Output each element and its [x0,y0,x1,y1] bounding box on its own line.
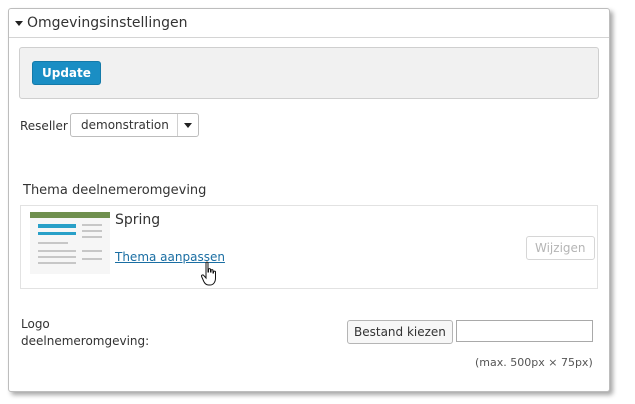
environment-settings-panel: Omgevingsinstellingen Update Reseller de… [8,8,610,392]
chevron-down-icon [184,122,192,128]
file-name-input[interactable] [456,320,593,342]
reseller-select[interactable]: demonstration [70,113,199,137]
choose-file-button[interactable]: Bestand kiezen [347,320,453,344]
theme-thumbnail [30,212,110,274]
hand-cursor-icon [201,261,216,286]
toolbar: Update [19,47,599,99]
change-theme-button[interactable]: Wijzigen [526,236,595,260]
theme-section-heading: Thema deelnemeromgeving [23,183,207,198]
dropdown-toggle[interactable] [177,114,198,136]
reseller-select-value: demonstration [81,118,169,132]
collapse-caret-icon[interactable] [15,20,23,26]
update-button[interactable]: Update [32,61,101,85]
theme-name: Spring [115,212,161,228]
panel-header[interactable]: Omgevingsinstellingen [9,9,609,38]
panel-title: Omgevingsinstellingen [27,15,188,31]
theme-card: Spring Thema aanpassen Wijzigen [20,205,598,289]
logo-label: Logo deelnemeromgeving: [21,317,150,348]
reseller-label: Reseller [20,119,68,133]
size-hint: (max. 500px × 75px) [475,356,593,369]
